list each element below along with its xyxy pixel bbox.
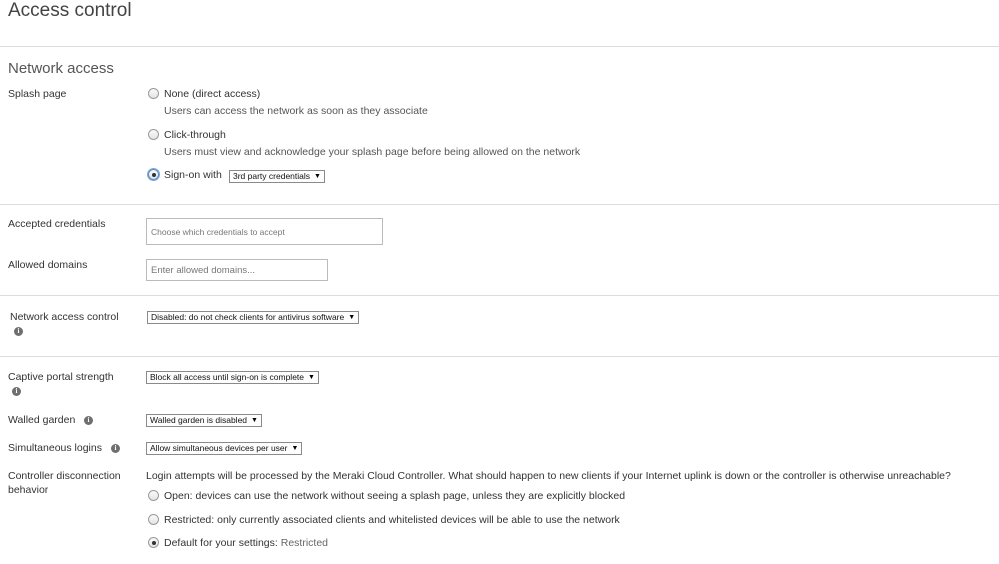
controller-disconnection-label: Controller disconnection xyxy=(8,470,121,482)
disconnect-default-text: Default for your settings: xyxy=(164,537,278,549)
info-icon[interactable]: i xyxy=(12,387,21,396)
network-access-control-select[interactable]: Disabled: do not check clients for antiv… xyxy=(147,311,360,324)
splash-none-description: Users can access the network as soon as … xyxy=(164,105,428,117)
walled-garden-label: Walled garden xyxy=(8,414,76,426)
splash-click-through-description: Users must view and acknowledge your spl… xyxy=(164,146,581,158)
splash-click-through-label[interactable]: Click-through xyxy=(164,129,226,141)
sign-on-method-select[interactable]: 3rd party credentials ▼ xyxy=(229,170,325,183)
captive-portal-strength-label: Captive portal strength xyxy=(8,371,114,383)
divider xyxy=(0,356,999,357)
walled-garden-value: Walled garden is disabled xyxy=(150,415,248,425)
allowed-domains-field[interactable]: Enter allowed domains... xyxy=(146,259,328,281)
splash-click-through-radio[interactable] xyxy=(148,129,159,140)
sign-on-method-value: 3rd party credentials xyxy=(233,171,311,181)
accepted-credentials-placeholder: Choose which credentials to accept xyxy=(151,226,285,237)
disconnect-default-value: Restricted xyxy=(280,537,328,549)
chevron-down-icon: ▼ xyxy=(314,173,321,180)
info-icon[interactable]: i xyxy=(14,327,23,336)
controller-disconnection-label-line2: behavior xyxy=(8,484,49,496)
chevron-down-icon: ▼ xyxy=(308,374,315,381)
captive-portal-strength-select[interactable]: Block all access until sign-on is comple… xyxy=(146,371,319,384)
disconnect-default-label[interactable]: Default for your settings: Restricted xyxy=(164,537,328,549)
page-title: Access control xyxy=(8,0,132,21)
splash-page-label: Splash page xyxy=(8,88,67,100)
chevron-down-icon: ▼ xyxy=(291,445,299,452)
allowed-domains-label: Allowed domains xyxy=(8,259,88,271)
disconnect-restricted-label[interactable]: Restricted: only currently associated cl… xyxy=(164,514,620,526)
disconnect-open-label[interactable]: Open: devices can use the network withou… xyxy=(164,490,625,502)
simultaneous-logins-select[interactable]: Allow simultaneous devices per user ▼ xyxy=(146,442,303,455)
info-icon[interactable]: i xyxy=(84,416,93,425)
disconnect-open-radio[interactable] xyxy=(148,490,159,501)
divider xyxy=(0,46,999,47)
splash-none-label[interactable]: None (direct access) xyxy=(164,88,260,100)
accepted-credentials-field[interactable]: Choose which credentials to accept xyxy=(146,218,383,245)
chevron-down-icon: ▼ xyxy=(348,314,356,321)
accepted-credentials-label: Accepted credentials xyxy=(8,218,106,230)
allowed-domains-placeholder: Enter allowed domains... xyxy=(151,264,256,276)
simultaneous-logins-value: Allow simultaneous devices per user xyxy=(150,443,288,453)
network-access-control-label: Network access control xyxy=(10,311,119,323)
captive-portal-strength-value: Block all access until sign-on is comple… xyxy=(150,372,305,382)
controller-disconnection-description: Login attempts will be processed by the … xyxy=(146,470,951,482)
disconnect-default-radio[interactable] xyxy=(148,537,159,548)
walled-garden-select[interactable]: Walled garden is disabled ▼ xyxy=(146,414,262,427)
info-icon[interactable]: i xyxy=(111,444,120,453)
divider xyxy=(0,204,999,205)
simultaneous-logins-label: Simultaneous logins xyxy=(8,442,102,454)
splash-sign-on-radio[interactable] xyxy=(148,169,159,180)
splash-none-radio[interactable] xyxy=(148,88,159,99)
divider xyxy=(0,295,999,296)
splash-sign-on-label[interactable]: Sign-on with xyxy=(164,169,222,181)
section-title: Network access xyxy=(8,60,114,77)
network-access-control-value: Disabled: do not check clients for antiv… xyxy=(151,312,345,322)
disconnect-restricted-radio[interactable] xyxy=(148,514,159,525)
chevron-down-icon: ▼ xyxy=(251,417,258,424)
